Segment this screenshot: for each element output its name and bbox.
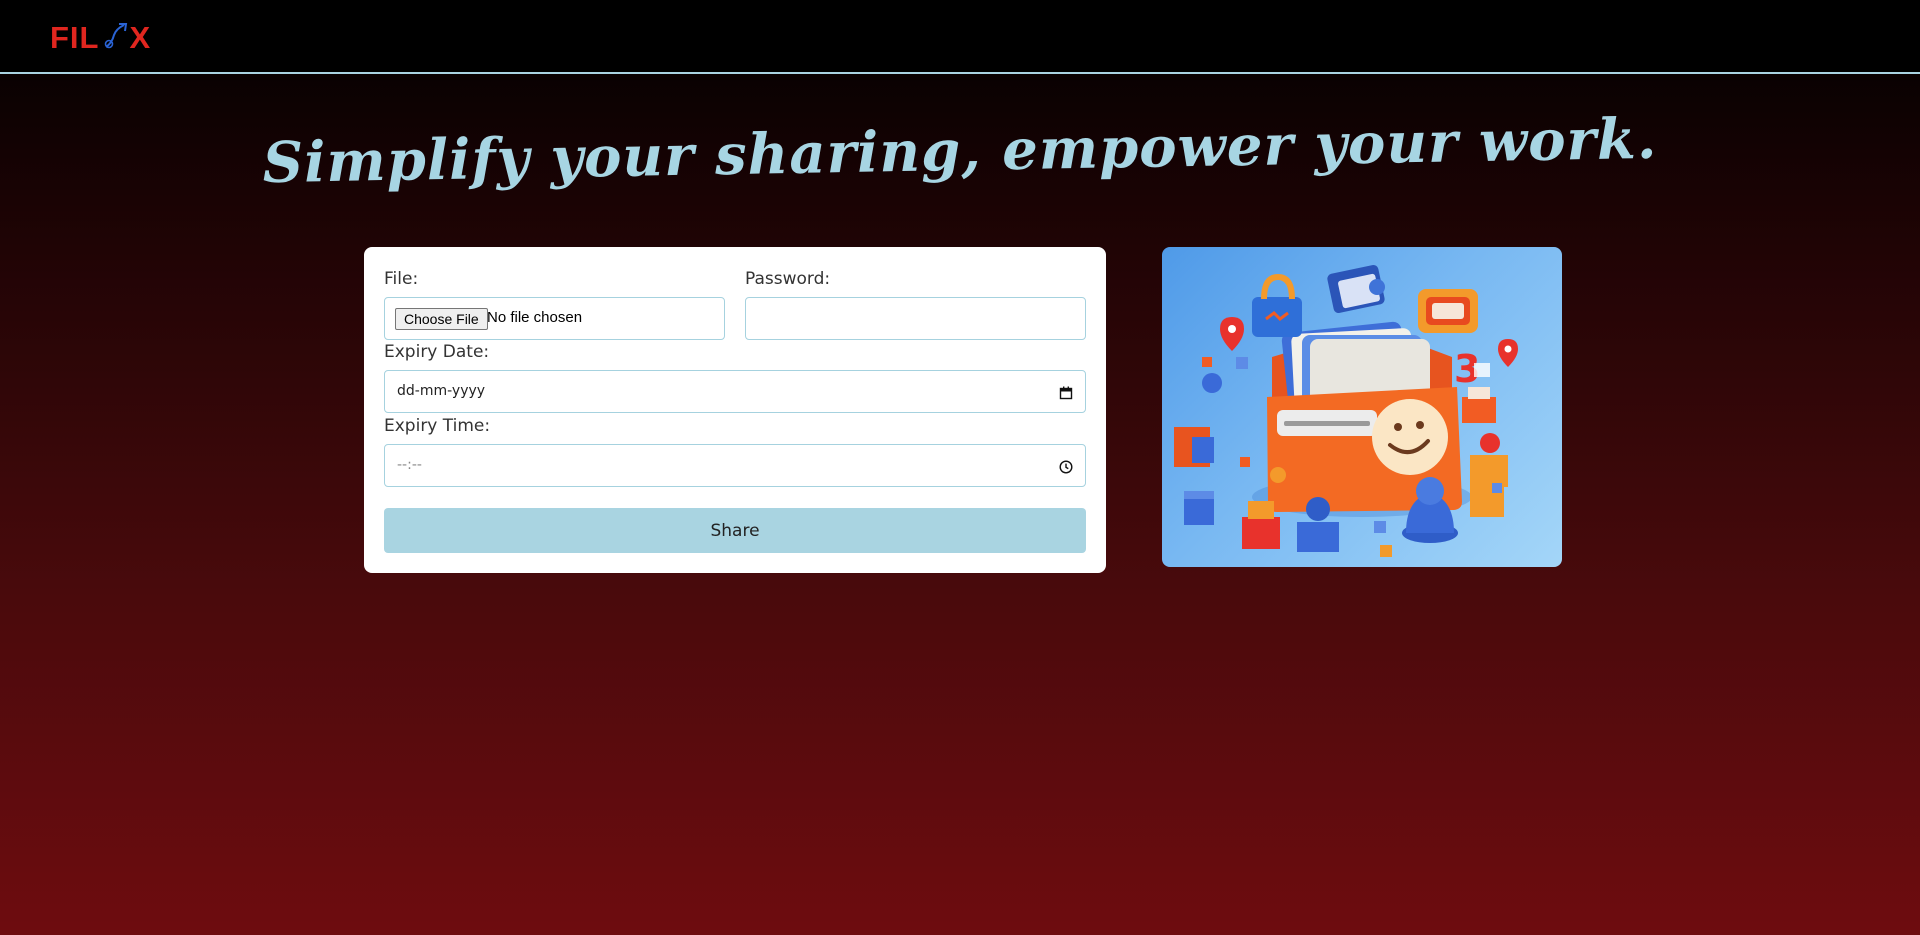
clock-icon[interactable] [1059,459,1073,474]
share-form-card: File: Choose File No file chosen Passwor… [364,247,1106,573]
expiry-date-field[interactable]: dd-mm-yyyy [384,370,1086,413]
password-input[interactable] [746,298,1085,339]
expiry-time-field[interactable]: --:-- [384,444,1086,487]
file-input[interactable]: Choose File No file chosen [384,297,725,340]
brand-logo[interactable]: FIL X [50,18,151,58]
logo-text-left: FIL [50,20,100,55]
expiry-time-label: Expiry Time: [384,416,491,436]
top-navbar: FIL X [0,0,1920,74]
hero-headline: Simplify your sharing, empower your work… [262,105,1658,197]
expiry-date-placeholder: dd-mm-yyyy [397,383,486,399]
upload-arrow-icon [100,21,130,55]
expiry-time-placeholder: --:-- [397,457,422,473]
file-label: File: [384,269,419,289]
calendar-icon[interactable] [1059,385,1073,400]
file-status-text: No file chosen [487,309,583,326]
share-button[interactable]: Share [384,508,1086,553]
expiry-date-label: Expiry Date: [384,342,490,362]
file-sharing-illustration: 3 [1162,247,1562,567]
password-field[interactable] [745,297,1086,340]
password-label: Password: [745,269,831,289]
choose-file-button[interactable]: Choose File [395,308,488,330]
logo-text-right: X [129,20,152,55]
